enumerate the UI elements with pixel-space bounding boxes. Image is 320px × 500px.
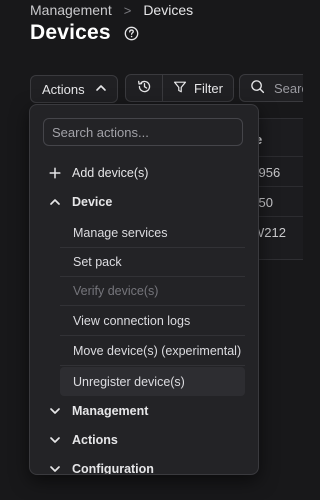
section-device-label: Device [72,195,113,209]
section-configuration[interactable]: Configuration [44,462,154,475]
section-management-label: Management [72,404,149,418]
chevron-down-icon [49,463,61,474]
chevron-up-icon [49,196,61,208]
section-configuration-label: Configuration [72,462,154,475]
history-filter-group: Filter [125,74,234,102]
menu-item-view-connection-logs[interactable]: View connection logs [60,307,245,336]
funnel-icon [173,80,187,97]
search-icon [250,79,265,97]
title-row: Devices [30,21,139,45]
menu-item-unregister-devices[interactable]: Unregister device(s) [60,367,245,396]
filter-button[interactable]: Filter [163,80,233,97]
toolbar: Actions Filter Sear [30,74,303,104]
breadcrumb: Management > Devices [30,2,193,18]
add-device-label: Add device(s) [72,166,149,180]
actions-button[interactable]: Actions [30,75,118,103]
actions-dropdown: Add device(s) Device Manage services Set… [29,104,259,475]
section-device[interactable]: Device [44,195,112,209]
breadcrumb-current: Devices [143,2,194,18]
breadcrumb-separator-icon: > [123,2,132,18]
add-device-button[interactable]: Add device(s) [44,166,148,180]
page-title: Devices [30,21,111,44]
search-placeholder: Search [274,80,303,96]
plus-icon [49,167,61,179]
chevron-down-icon [49,405,61,417]
menu-item-move-devices[interactable]: Move device(s) (experimental) [60,337,245,366]
section-actions-label: Actions [72,433,118,447]
menu-item-verify-devices: Verify device(s) [60,277,245,306]
section-management[interactable]: Management [44,404,148,418]
chevron-up-icon [95,82,107,97]
menu-item-manage-services[interactable]: Manage services [60,219,245,248]
search-input[interactable]: Search [239,74,303,102]
menu-item-set-pack[interactable]: Set pack [60,248,245,277]
actions-button-label: Actions [42,81,85,97]
breadcrumb-parent-link[interactable]: Management [30,2,112,18]
chevron-down-icon [49,434,61,446]
question-circle-icon[interactable] [124,26,139,41]
page: Management > Devices Devices Actions Fil… [0,0,303,500]
search-actions-input[interactable] [43,118,243,146]
history-icon [137,79,152,97]
history-button[interactable] [126,75,163,101]
filter-button-label: Filter [194,80,223,96]
section-actions[interactable]: Actions [44,433,118,447]
